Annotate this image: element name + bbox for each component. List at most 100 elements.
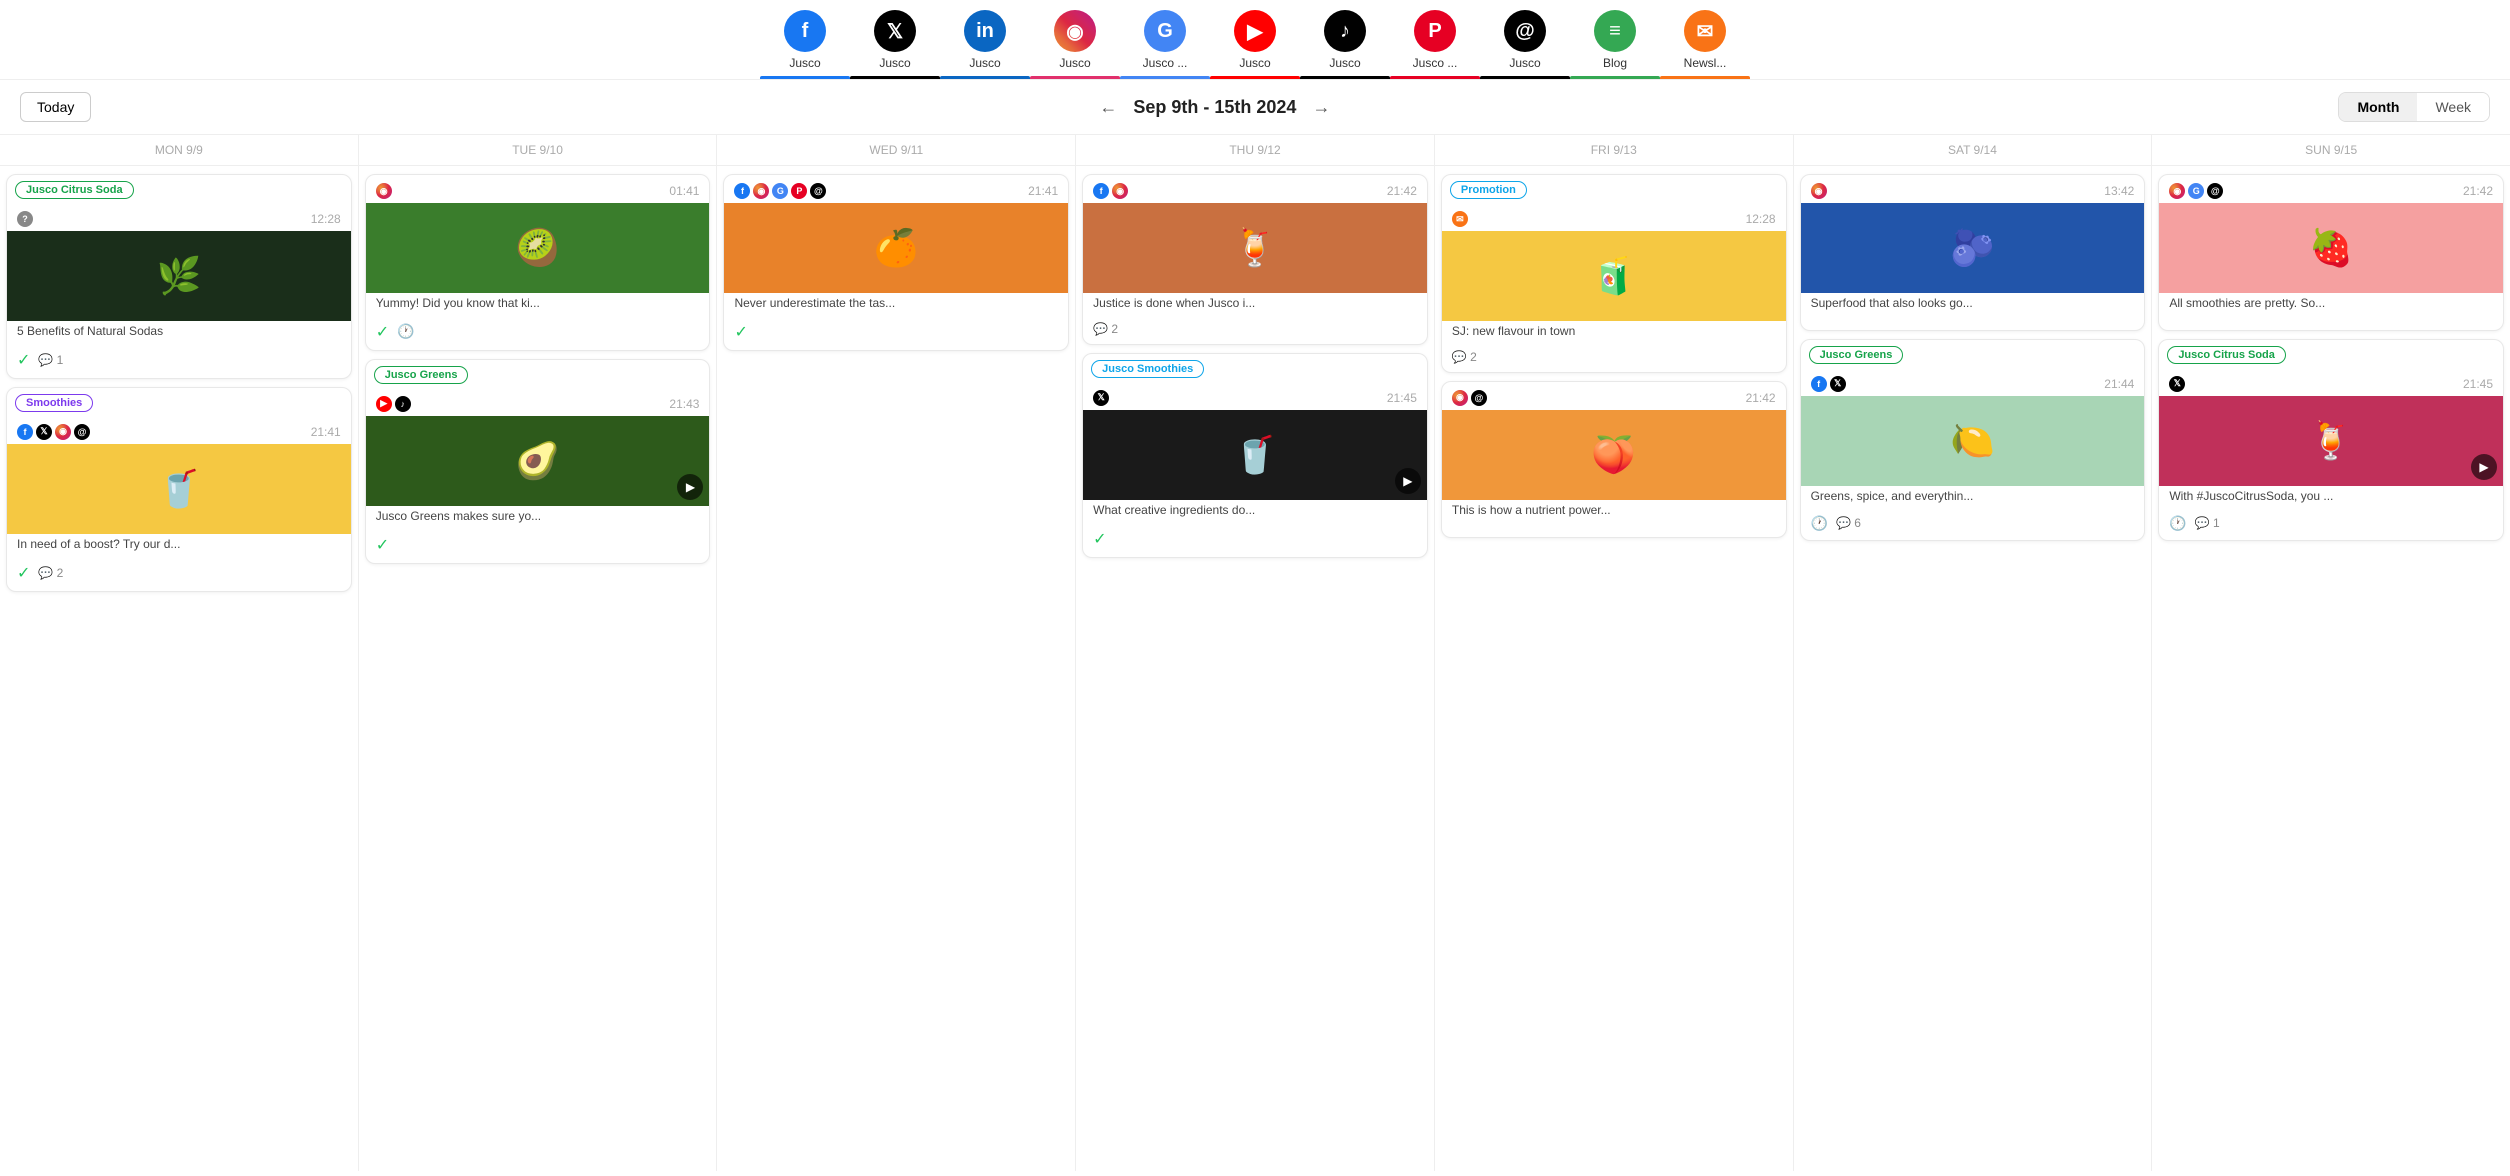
channel-underline-youtube [1210,76,1300,79]
channel-label-facebook: Jusco [789,56,820,70]
card-title: Greens, spice, and everythin... [1801,486,2145,511]
calendar-card[interactable]: Jusco Citrus Soda ? 12:28 🌿 5 Benefits o… [6,174,352,379]
channel-linkedin[interactable]: in Jusco [940,10,1030,79]
calendar-card[interactable]: ◉G@ 21:42 🍓 All smoothies are pretty. So… [2158,174,2504,331]
channel-underline-tiktok [1300,76,1390,79]
month-view-button[interactable]: Month [2339,93,2417,121]
check-icon: ✓ [1093,529,1106,549]
card-image-wrap: 🥤 ▶ [1083,410,1427,500]
channel-blog[interactable]: ≡ Blog [1570,10,1660,79]
tw-icon: 𝕏 [1830,376,1846,392]
card-channels: ▶♪ [376,396,411,412]
prev-arrow[interactable]: ← [1099,97,1117,118]
ig-icon: ◉ [2169,183,2185,199]
card-tag: Jusco Greens [1809,346,1904,364]
th-icon: @ [2207,183,2223,199]
card-time: 12:28 [311,212,341,226]
channel-label-blog: Blog [1603,56,1627,70]
day-content-mon: Jusco Citrus Soda ? 12:28 🌿 5 Benefits o… [0,166,358,600]
th-icon: @ [810,183,826,199]
card-channels: ◉ [376,183,392,199]
card-title: With #JuscoCitrusSoda, you ... [2159,486,2503,511]
channel-threads[interactable]: @ Jusco [1480,10,1570,79]
card-time: 01:41 [669,184,699,198]
calendar-card[interactable]: Jusco Greens ▶♪ 21:43 🥑 ▶ Jusco Greens m… [365,359,711,564]
card-image: 🍓 [2159,203,2503,293]
card-channels: ◉@ [1452,390,1487,406]
channel-underline-blog [1570,76,1660,79]
card-title: Never underestimate the tas... [724,293,1068,318]
blog-icon: ? [17,211,33,227]
day-header-sat: SAT 9/14 [1794,135,2152,166]
calendar-card[interactable]: Promotion ✉ 12:28 🧃 SJ: new flavour in t… [1441,174,1787,373]
comment-icon: 💬 2 [38,566,63,580]
calendar-card[interactable]: ◉@ 21:42 🍑 This is how a nutrient power.… [1441,381,1787,538]
day-col-tue: TUE 9/10 ◉ 01:41 🥝 Yummy! Did you know t… [359,135,718,1171]
channel-tiktok[interactable]: ♪ Jusco [1300,10,1390,79]
card-header: ◉@ 21:42 [1442,382,1786,410]
clock-icon: 🕐 [397,323,414,340]
card-tag: Jusco Greens [374,366,469,384]
video-badge: ▶ [1395,468,1421,494]
channel-underline-twitter [850,76,940,79]
channel-facebook[interactable]: f Jusco [760,10,850,79]
date-range-label: Sep 9th - 15th 2024 [1133,97,1296,118]
calendar-card[interactable]: Smoothies f𝕏◉@ 21:41 🥤 In need of a boos… [6,387,352,592]
day-header-thu: THU 9/12 [1076,135,1434,166]
card-channels: f𝕏 [1811,376,1846,392]
channel-label-threads: Jusco [1509,56,1540,70]
calendar-card[interactable]: f◉GP@ 21:41 🍊 Never underestimate the ta… [723,174,1069,351]
week-view-button[interactable]: Week [2417,93,2489,121]
channel-label-twitter: Jusco [879,56,910,70]
card-footer: ✓💬 2 [7,559,351,591]
card-footer [1801,318,2145,330]
card-title: Justice is done when Jusco i... [1083,293,1427,318]
card-image: 🌿 [7,231,351,321]
calendar-card[interactable]: f◉ 21:42 🍹 Justice is done when Jusco i.… [1082,174,1428,345]
card-channels: 𝕏 [2169,376,2185,392]
calendar-card[interactable]: ◉ 13:42 🫐 Superfood that also looks go..… [1800,174,2146,331]
card-footer: ✓💬 1 [7,346,351,378]
channel-newsletter[interactable]: ✉ Newsl... [1660,10,1750,79]
card-tag: Promotion [1450,181,1527,199]
card-image: 🧃 [1442,231,1786,321]
calendar-card[interactable]: Jusco Citrus Soda 𝕏 21:45 🍹 ▶ With #Jusc… [2158,339,2504,541]
card-channels: f◉GP@ [734,183,826,199]
channel-google[interactable]: G Jusco ... [1120,10,1210,79]
card-time: 21:44 [2104,377,2134,391]
channel-twitter[interactable]: 𝕏 Jusco [850,10,940,79]
channel-label-youtube: Jusco [1239,56,1270,70]
tw-icon: 𝕏 [1093,390,1109,406]
day-col-mon: MON 9/9 Jusco Citrus Soda ? 12:28 🌿 5 Be… [0,135,359,1171]
card-image: 🫐 [1801,203,2145,293]
card-image: 🥝 [366,203,710,293]
ig-icon: ◉ [1452,390,1468,406]
channel-label-pinterest: Jusco ... [1413,56,1458,70]
fb-icon: f [734,183,750,199]
channel-pinterest[interactable]: P Jusco ... [1390,10,1480,79]
th-icon: @ [74,424,90,440]
card-footer: 💬 2 [1442,346,1786,372]
card-image: 🥑 [366,416,710,506]
channel-underline-newsletter [1660,76,1750,79]
ig-icon: ◉ [55,424,71,440]
calendar-card[interactable]: ◉ 01:41 🥝 Yummy! Did you know that ki...… [365,174,711,351]
card-time: 21:45 [1387,391,1417,405]
card-footer: 🕐💬 1 [2159,511,2503,540]
calendar-card[interactable]: Jusco Greens f𝕏 21:44 🍋 Greens, spice, a… [1800,339,2146,541]
day-col-fri: FRI 9/13 Promotion ✉ 12:28 🧃 SJ: new fla… [1435,135,1794,1171]
check-icon: ✓ [734,322,747,342]
card-image: 🍑 [1442,410,1786,500]
calendar-card[interactable]: Jusco Smoothies 𝕏 21:45 🥤 ▶ What creativ… [1082,353,1428,558]
card-header: ◉ 01:41 [366,175,710,203]
today-button[interactable]: Today [20,92,91,122]
next-arrow[interactable]: → [1312,97,1330,118]
card-channels: ? [17,211,33,227]
channel-icon-pinterest: P [1414,10,1456,52]
channel-youtube[interactable]: ▶ Jusco [1210,10,1300,79]
card-header: f𝕏◉@ 21:41 [7,416,351,444]
channel-instagram[interactable]: ◉ Jusco [1030,10,1120,79]
gg-icon: G [772,183,788,199]
channel-label-linkedin: Jusco [969,56,1000,70]
tk-icon: ♪ [395,396,411,412]
